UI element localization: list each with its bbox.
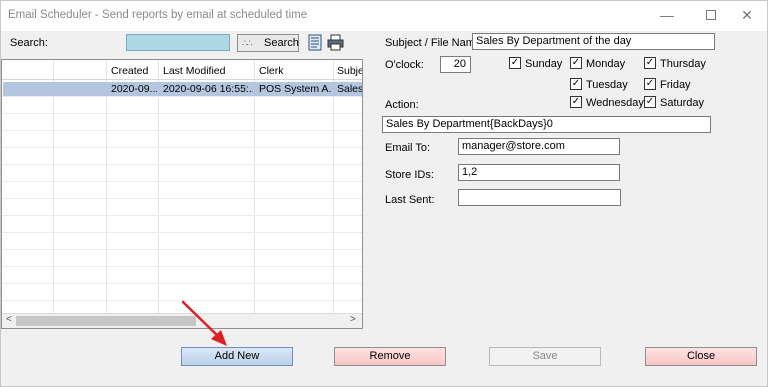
- search-label: Search:: [10, 37, 48, 49]
- last-sent-field[interactable]: [458, 189, 621, 206]
- save-button[interactable]: Save: [489, 347, 601, 366]
- table-cell: 2020-09...: [111, 83, 157, 95]
- search-button[interactable]: ∴∴ Search: [237, 34, 299, 52]
- reports-table[interactable]: Created Last Modified Clerk Subje 2020-0…: [1, 59, 363, 329]
- check-icon: ✓: [510, 57, 520, 68]
- friday-checkbox[interactable]: ✓: [644, 78, 656, 90]
- printer-icon[interactable]: [327, 34, 344, 51]
- scroll-right-icon[interactable]: >: [350, 314, 356, 325]
- thursday-checkbox[interactable]: ✓: [644, 57, 656, 69]
- wednesday-label: Wednesday: [586, 97, 644, 109]
- table-cell: Sales: [337, 83, 362, 95]
- minimize-button[interactable]: —: [645, 1, 689, 31]
- action-label: Action:: [385, 99, 419, 111]
- monday-checkbox[interactable]: ✓: [570, 57, 582, 69]
- close-icon: ✕: [741, 7, 753, 23]
- table-cell: POS System A...: [259, 83, 332, 95]
- store-ids-label: Store IDs:: [385, 169, 434, 181]
- check-icon: ✓: [571, 57, 581, 68]
- email-to-field[interactable]: manager@store.com: [458, 138, 620, 155]
- check-icon: ✓: [645, 57, 655, 68]
- title-bar: Email Scheduler - Send reports by email …: [1, 1, 767, 31]
- scroll-left-icon[interactable]: <: [6, 314, 12, 325]
- oclock-label: O'clock:: [385, 59, 424, 71]
- minimize-icon: —: [660, 7, 674, 23]
- table-cell: 2020-09-06 16:55:...: [163, 83, 253, 95]
- search-button-icon: ∴∴: [242, 38, 253, 48]
- tuesday-checkbox[interactable]: ✓: [570, 78, 582, 90]
- check-icon: ✓: [571, 96, 581, 107]
- subject-label: Subject / File Name:: [385, 37, 485, 49]
- search-button-label: Search: [264, 37, 299, 49]
- last-sent-label: Last Sent:: [385, 194, 435, 206]
- saturday-label: Saturday: [660, 97, 705, 109]
- tuesday-label: Tuesday: [586, 79, 628, 91]
- scrollbar-thumb[interactable]: [16, 316, 196, 326]
- email-scheduler-window: Email Scheduler - Send reports by email …: [0, 0, 768, 387]
- email-to-label: Email To:: [385, 142, 431, 154]
- sunday-label: Sunday: [525, 58, 563, 70]
- column-header-created[interactable]: Created: [111, 65, 148, 77]
- thursday-label: Thursday: [660, 58, 706, 70]
- check-icon: ✓: [645, 96, 655, 107]
- monday-label: Monday: [586, 58, 626, 70]
- check-icon: ✓: [645, 78, 655, 89]
- window-title: Email Scheduler - Send reports by email …: [8, 9, 308, 21]
- maximize-icon: [706, 10, 716, 20]
- close-button[interactable]: Close: [645, 347, 757, 366]
- store-ids-field[interactable]: 1,2: [458, 164, 620, 181]
- column-header-clerk[interactable]: Clerk: [259, 65, 284, 77]
- oclock-field[interactable]: 20: [440, 56, 471, 73]
- document-icon[interactable]: [308, 34, 323, 51]
- check-icon: ✓: [571, 78, 581, 89]
- close-window-button[interactable]: ✕: [725, 1, 768, 31]
- sunday-checkbox[interactable]: ✓: [509, 57, 521, 69]
- add-new-button[interactable]: Add New: [181, 347, 293, 366]
- subject-field[interactable]: Sales By Department of the day: [472, 33, 715, 50]
- saturday-checkbox[interactable]: ✓: [644, 96, 656, 108]
- search-input[interactable]: [126, 34, 230, 51]
- annotation-arrow-icon: [181, 300, 227, 346]
- column-header-subject[interactable]: Subje: [337, 65, 362, 77]
- friday-label: Friday: [660, 79, 691, 91]
- remove-button[interactable]: Remove: [334, 347, 446, 366]
- column-header-last-modified[interactable]: Last Modified: [163, 65, 225, 77]
- action-field[interactable]: Sales By Department{BackDays}0: [382, 116, 711, 133]
- wednesday-checkbox[interactable]: ✓: [570, 96, 582, 108]
